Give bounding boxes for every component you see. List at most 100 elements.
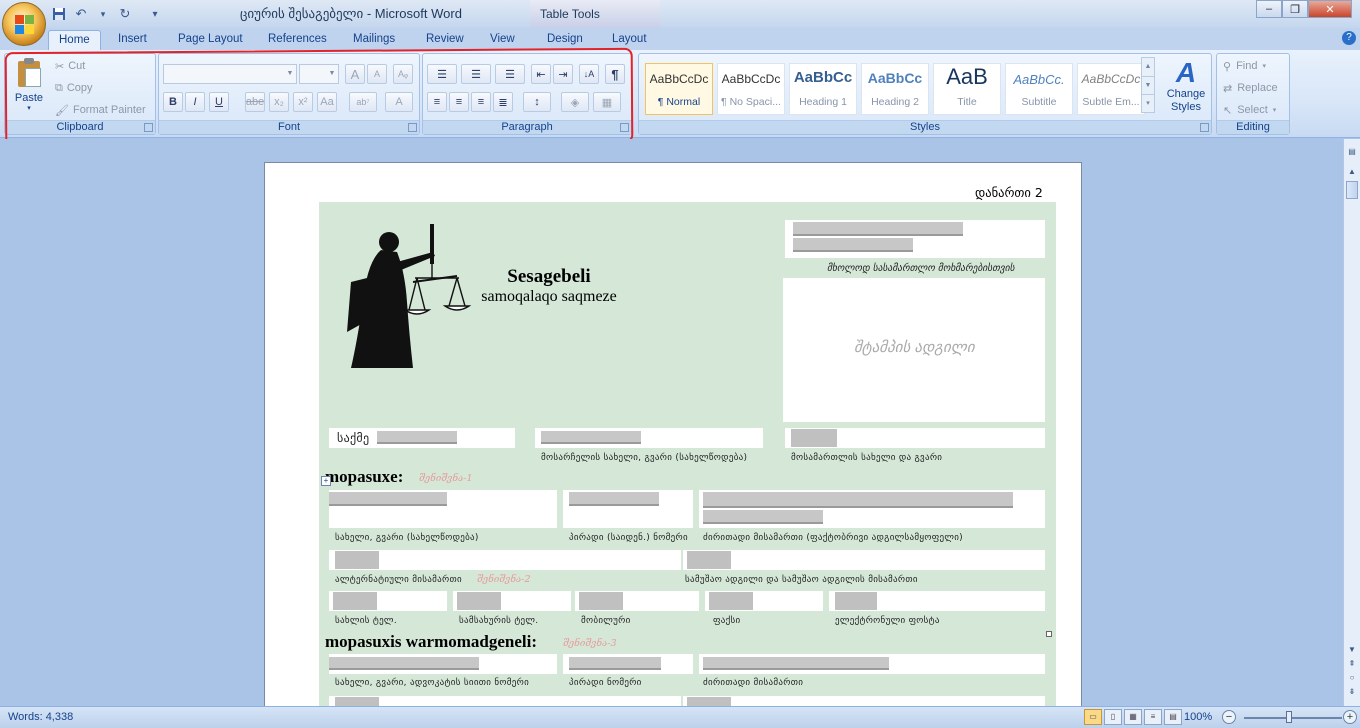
rep-extra-field-2[interactable] [683,696,1045,706]
borders-icon[interactable]: ▦ [593,92,621,112]
more-icon[interactable]: ▾ [1142,94,1154,112]
font-name-combo[interactable]: ▼ [163,64,297,84]
mobile-field[interactable] [575,591,699,611]
style-heading-2[interactable]: AaBbCc Heading 2 [861,63,929,115]
tab-page-layout[interactable]: Page Layout [168,30,253,50]
grow-font-button[interactable]: A [345,64,365,84]
superscript-button[interactable]: x² [293,92,313,112]
styles-launcher-icon[interactable] [1200,123,1209,132]
save-icon[interactable] [50,5,68,23]
previous-page-icon[interactable]: ⇞ [1346,659,1358,671]
next-page-icon[interactable]: ⇟ [1346,687,1358,699]
tab-view[interactable]: View [480,30,525,50]
email-field[interactable] [829,591,1045,611]
work-address-field[interactable] [683,550,1045,570]
bullets-icon[interactable]: ☰ [427,64,457,84]
replace-button[interactable]: ⇄ Replace [1223,78,1278,98]
strikethrough-button[interactable]: abe [245,92,265,112]
outline-icon[interactable]: ≡ [1144,709,1162,725]
zoom-slider-track[interactable] [1244,717,1342,719]
case-number-field[interactable]: საქმე [329,428,515,448]
zoom-level[interactable]: 100% [1184,711,1212,723]
format-painter-button[interactable]: 🖌 Format Painter [55,100,146,120]
text-highlight-button[interactable]: ab⁷ [349,92,377,112]
tab-insert[interactable]: Insert [108,30,157,50]
select-button[interactable]: ↖ Select ▾ [1223,100,1276,120]
align-right-icon[interactable]: ≡ [471,92,491,112]
style-subtitle[interactable]: AaBbCc. Subtitle [1005,63,1073,115]
note-2-link[interactable]: შენიშვნა-2 [477,574,530,585]
scroll-up-icon[interactable]: ▲ [1346,167,1358,179]
style-heading-1[interactable]: AaBbCc Heading 1 [789,63,857,115]
rep-extra-field[interactable] [329,696,681,706]
fax-field[interactable] [705,591,823,611]
subscript-button[interactable]: x₂ [269,92,289,112]
scroll-thumb[interactable] [1346,181,1358,199]
work-phone-field[interactable] [453,591,571,611]
restore-button[interactable]: ❐ [1282,0,1308,18]
clipboard-launcher-icon[interactable] [144,123,153,132]
vertical-scrollbar[interactable]: ▤ ▲ ▼ ⇞ ○ ⇟ [1343,139,1360,706]
plaintiff-name-field[interactable] [535,428,763,448]
minimize-button[interactable]: – [1256,0,1282,18]
chevron-up-icon[interactable]: ▲ [1142,58,1154,76]
scroll-down-icon[interactable]: ▼ [1346,645,1358,657]
bold-button[interactable]: B [163,92,183,112]
rep-address-field[interactable] [699,654,1045,674]
office-button[interactable] [2,2,46,46]
font-launcher-icon[interactable] [408,123,417,132]
alt-address-field[interactable] [329,550,681,570]
change-case-button[interactable]: Aa [317,92,337,112]
style-title[interactable]: AaB Title [933,63,1001,115]
undo-dropdown-icon[interactable]: ▾ [94,5,112,23]
gallery-scroll[interactable]: ▲ ▼ ▾ [1141,57,1155,113]
style-normal[interactable]: AaBbCcDc ¶ Normal [645,63,713,115]
tab-review[interactable]: Review [416,30,474,50]
change-styles-button[interactable]: A Change Styles [1161,58,1211,120]
sort-icon[interactable]: ↓A [579,64,599,84]
style-subtle-emphasis[interactable]: AaBbCcDc Subtle Em... [1077,63,1145,115]
judge-name-field[interactable] [785,428,1045,448]
shading-icon[interactable]: ◈ [561,92,589,112]
tab-references[interactable]: References [258,30,337,50]
ruler-toggle-icon[interactable]: ▤ [1346,147,1358,159]
rep-name-field[interactable] [329,654,557,674]
justify-icon[interactable]: ≣ [493,92,513,112]
zoom-in-button[interactable]: + [1343,710,1357,724]
cut-button[interactable]: ✂ Cut [55,56,85,76]
respondent-address-field[interactable] [699,490,1045,528]
zoom-slider-thumb[interactable] [1286,711,1292,723]
tab-layout[interactable]: Layout [602,30,657,50]
print-layout-icon[interactable]: ▭ [1084,709,1102,725]
close-button[interactable]: ✕ [1308,0,1352,18]
tab-mailings[interactable]: Mailings [343,30,405,50]
tab-home[interactable]: Home [48,30,101,50]
rep-id-field[interactable] [563,654,693,674]
align-left-icon[interactable]: ≡ [427,92,447,112]
tab-design[interactable]: Design [537,30,593,50]
browse-object-icon[interactable]: ○ [1346,673,1358,685]
line-spacing-icon[interactable]: ↕ [523,92,551,112]
italic-button[interactable]: I [185,92,205,112]
show-hide-marks-button[interactable]: ¶ [605,64,625,84]
paste-button[interactable]: Paste ▾ [11,58,47,118]
full-screen-reading-icon[interactable]: ▯ [1104,709,1122,725]
find-button[interactable]: ⚲ Find ▾ [1223,56,1266,76]
note-3-link[interactable]: შენიშვნა-3 [563,638,616,649]
clear-formatting-button[interactable]: Aᵩ [393,64,413,84]
increase-indent-icon[interactable]: ⇥ [553,64,573,84]
copy-button[interactable]: ⧉ Copy [55,78,93,98]
numbering-icon[interactable]: ☰ [461,64,491,84]
chevron-down-icon[interactable]: ▼ [1142,76,1154,94]
draft-icon[interactable]: ▤ [1164,709,1182,725]
shrink-font-button[interactable]: A [367,64,387,84]
respondent-id-field[interactable] [563,490,693,528]
undo-icon[interactable]: ↶ [72,5,90,23]
table-move-handle-icon[interactable]: + [321,476,331,486]
respondent-name-field[interactable] [329,490,557,528]
note-1-link[interactable]: შენიშვნა-1 [419,473,472,484]
help-icon[interactable]: ? [1342,31,1356,45]
multilevel-list-icon[interactable]: ☰ [495,64,525,84]
document-page[interactable]: დანართი 2 Sesagebeli samoqalaqo saqmeze … [264,162,1082,706]
paragraph-launcher-icon[interactable] [620,123,629,132]
